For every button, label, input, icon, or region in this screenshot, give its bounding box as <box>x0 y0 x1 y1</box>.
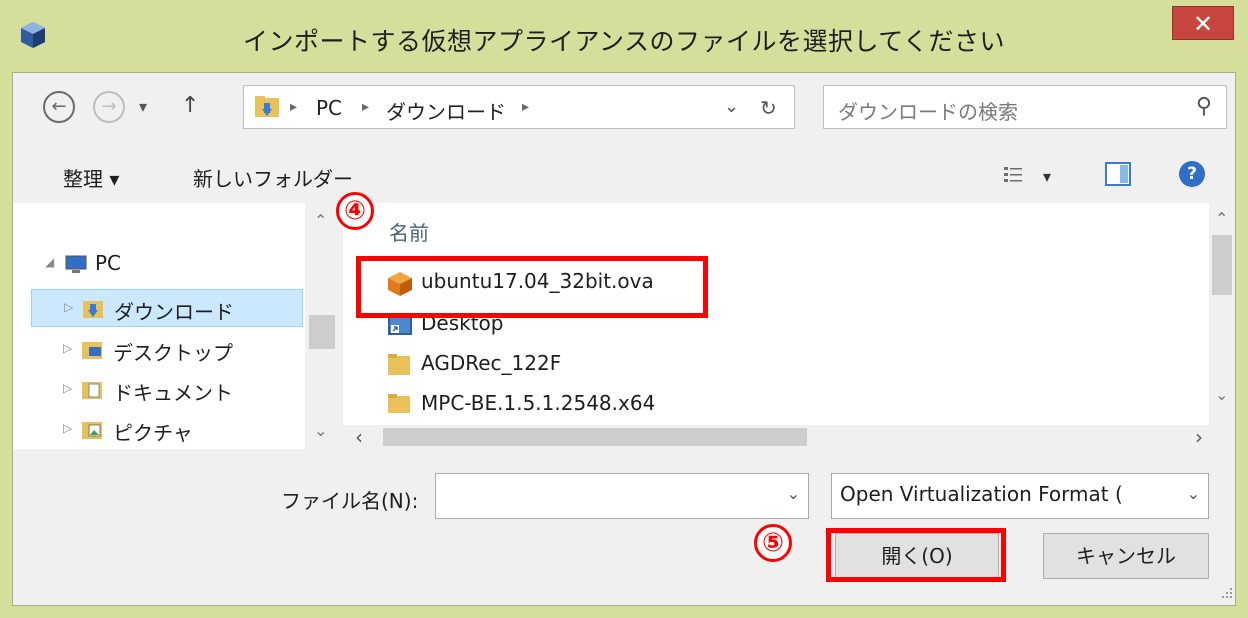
list-item[interactable]: AGDRec_122F <box>383 347 983 383</box>
view-dropdown-icon[interactable]: ▾ <box>1043 167 1051 186</box>
highlight-ova-file <box>356 256 708 318</box>
chevron-down-icon[interactable]: ⌄ <box>787 484 800 503</box>
breadcrumb-separator: ▸ <box>362 99 370 115</box>
folder-icon <box>388 394 410 413</box>
cancel-button[interactable]: キャンセル <box>1043 533 1209 579</box>
address-history-dropdown[interactable]: ⌄ <box>724 96 739 117</box>
close-button[interactable]: ✕ <box>1172 6 1234 40</box>
file-name: AGDRec_122F <box>421 351 562 375</box>
tree-item-documents[interactable]: ▷ ドキュメント <box>31 371 323 409</box>
scrollbar-thumb[interactable] <box>1212 235 1232 295</box>
list-item[interactable]: MPC-BE.1.5.1.2548.x64 <box>383 387 983 413</box>
breadcrumb-separator: ▸ <box>522 99 530 115</box>
command-bar: 整理 ▾ 新しいフォルダー ▾ ? <box>13 147 1235 203</box>
navigation-pane[interactable]: ◢ PC ▷ ダウンロード ▷ デスクトップ ▷ ドキュメント ▷ ピクチャ <box>13 203 323 449</box>
collapse-arrow-icon[interactable]: ▷ <box>63 341 72 355</box>
resize-grip-icon[interactable] <box>1219 585 1233 599</box>
dialog-body: ← → ▾ ↑ ▸ PC ▸ ダウンロード ▸ ⌄ ↻ ダウンロードの検索 ⚲ … <box>12 72 1236 606</box>
file-open-dialog: インポートする仮想アプライアンスのファイルを選択してください ✕ ← → ▾ ↑… <box>0 0 1248 618</box>
filename-combobox[interactable]: ⌄ <box>435 473 809 519</box>
up-button[interactable]: ↑ <box>181 93 199 118</box>
tree-label-documents: ドキュメント <box>113 381 233 405</box>
file-list-scrollbar[interactable]: ⌃ ⌄ <box>1209 203 1235 425</box>
file-list[interactable]: 名前 ubuntu17.04_32bit.ova Desktop AGDRec_… <box>343 203 1235 449</box>
scroll-down-arrow-icon[interactable]: ⌄ <box>314 421 327 440</box>
search-box[interactable]: ダウンロードの検索 ⚲ <box>823 85 1227 129</box>
file-name: MPC-BE.1.5.1.2548.x64 <box>421 391 656 413</box>
new-folder-button[interactable]: 新しいフォルダー <box>193 163 353 192</box>
folder-icon <box>388 354 410 375</box>
preview-pane-icon[interactable] <box>1105 161 1131 187</box>
breadcrumb-downloads[interactable]: ダウンロード <box>386 96 506 125</box>
scrollbar-thumb[interactable] <box>383 428 807 446</box>
scroll-down-arrow-icon[interactable]: ⌄ <box>1215 385 1228 404</box>
dialog-title: インポートする仮想アプライアンスのファイルを選択してください <box>242 27 1005 56</box>
step-5-marker: ⑤ <box>754 524 792 562</box>
column-header-name[interactable]: 名前 <box>389 217 429 246</box>
collapse-arrow-icon[interactable]: ▷ <box>63 381 72 395</box>
filename-label: ファイル名(N): <box>281 489 419 513</box>
breadcrumb-pc[interactable]: PC <box>316 96 342 120</box>
pictures-folder-icon <box>82 422 102 439</box>
highlight-open-button <box>826 528 1006 582</box>
horizontal-scrollbar[interactable]: ‹ › <box>343 425 1235 449</box>
search-icon[interactable]: ⚲ <box>1196 94 1212 119</box>
tree-item-pc[interactable]: ◢ PC <box>13 245 305 283</box>
title-bar[interactable]: インポートする仮想アプライアンスのファイルを選択してください ✕ <box>0 0 1248 72</box>
view-options-icon[interactable] <box>1003 165 1023 185</box>
refresh-icon[interactable]: ↻ <box>760 96 777 120</box>
scroll-up-arrow-icon[interactable]: ⌃ <box>314 211 327 230</box>
documents-folder-icon <box>82 382 102 399</box>
chevron-down-icon[interactable]: ⌄ <box>1187 484 1200 503</box>
expand-arrow-icon[interactable]: ◢ <box>45 255 54 269</box>
tree-label-pc: PC <box>95 251 122 275</box>
scroll-right-arrow-icon[interactable]: › <box>1195 425 1203 449</box>
desktop-folder-icon <box>82 342 102 359</box>
tree-label-desktop: デスクトップ <box>113 341 233 365</box>
collapse-arrow-icon[interactable]: ▷ <box>63 421 72 435</box>
tree-item-pictures[interactable]: ▷ ピクチャ <box>31 411 323 449</box>
computer-icon <box>65 255 87 273</box>
scroll-left-arrow-icon[interactable]: ‹ <box>355 425 363 449</box>
address-bar[interactable]: ▸ PC ▸ ダウンロード ▸ ⌄ ↻ <box>243 85 795 129</box>
breadcrumb-separator: ▸ <box>290 99 298 115</box>
navigation-scrollbar[interactable]: ⌃ ⌄ <box>305 203 339 449</box>
collapse-arrow-icon[interactable]: ▷ <box>64 300 73 314</box>
help-icon[interactable]: ? <box>1179 161 1205 187</box>
file-type-select[interactable]: Open Virtualization Format ( ⌄ <box>831 473 1209 519</box>
downloads-folder-icon <box>255 96 279 117</box>
scroll-up-arrow-icon[interactable]: ⌃ <box>1215 209 1228 228</box>
step-4-marker: ④ <box>336 192 374 230</box>
back-button[interactable]: ← <box>43 91 75 123</box>
downloads-folder-icon <box>83 301 103 318</box>
forward-button[interactable]: → <box>93 91 125 123</box>
tree-item-desktop[interactable]: ▷ デスクトップ <box>31 331 323 369</box>
tree-label-downloads: ダウンロード <box>114 300 234 324</box>
search-input[interactable]: ダウンロードの検索 <box>838 96 1018 125</box>
organize-menu[interactable]: 整理 ▾ <box>63 163 119 192</box>
tree-label-pictures: ピクチャ <box>113 421 193 445</box>
file-type-value: Open Virtualization Format ( <box>840 482 1123 506</box>
tree-item-downloads[interactable]: ▷ ダウンロード <box>31 289 303 327</box>
scrollbar-thumb[interactable] <box>309 315 335 349</box>
recent-locations-icon[interactable]: ▾ <box>139 97 147 116</box>
